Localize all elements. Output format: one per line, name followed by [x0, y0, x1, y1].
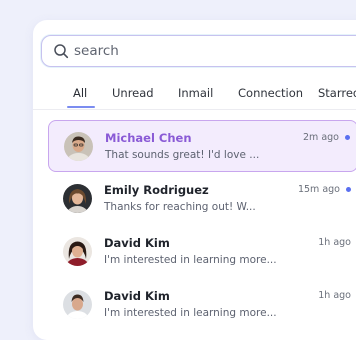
message-preview: I'm interested in learning more... [104, 254, 277, 266]
tab-all[interactable]: All [73, 86, 87, 100]
tab-starred[interactable]: Starred [318, 86, 356, 100]
conversation-item[interactable]: David Kim I'm interested in learning mor… [48, 226, 356, 278]
messages-panel: All Unread Inmail Connection Starred Mic… [33, 20, 356, 340]
avatar [64, 132, 93, 161]
avatar [63, 290, 92, 319]
timestamp: 2m ago [303, 132, 339, 143]
active-tab-indicator [67, 106, 95, 108]
search-input[interactable] [74, 40, 354, 62]
conversation-item[interactable]: Michael Chen That sounds great! I'd love… [48, 120, 356, 172]
conversation-item[interactable]: David Kim I'm interested in learning mor… [48, 279, 356, 331]
avatar [63, 237, 92, 266]
search-icon [54, 44, 69, 59]
contact-name: David Kim [104, 236, 170, 250]
tab-connection[interactable]: Connection [238, 86, 303, 100]
tab-inmail[interactable]: Inmail [178, 86, 213, 100]
contact-name: David Kim [104, 289, 170, 303]
message-preview: Thanks for reaching out! W... [104, 201, 256, 213]
tab-unread[interactable]: Unread [112, 86, 154, 100]
search-bar[interactable] [41, 35, 356, 67]
timestamp: 1h ago [318, 237, 351, 248]
message-preview: That sounds great! I'd love ... [105, 149, 260, 161]
conversation-item[interactable]: Emily Rodriguez Thanks for reaching out!… [48, 173, 356, 225]
contact-name: Michael Chen [105, 131, 192, 145]
message-preview: I'm interested in learning more... [104, 307, 277, 319]
contact-name: Emily Rodriguez [104, 183, 209, 197]
avatar [63, 184, 92, 213]
filter-tabs: All Unread Inmail Connection Starred [33, 83, 356, 110]
unread-dot-icon [345, 135, 350, 140]
unread-dot-icon [346, 187, 351, 192]
timestamp: 15m ago [297, 184, 340, 195]
timestamp: 1h ago [318, 290, 351, 301]
